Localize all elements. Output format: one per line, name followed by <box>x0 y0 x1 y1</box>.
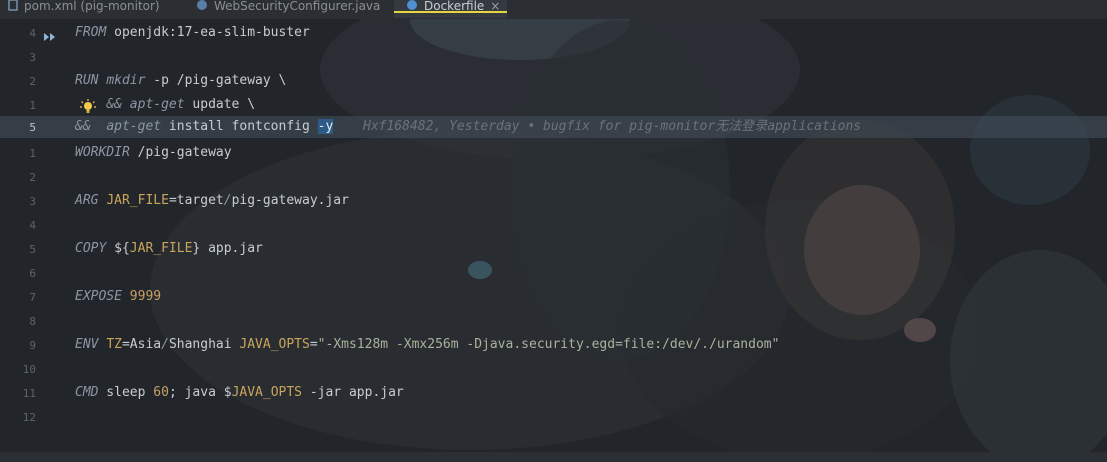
line-number: 10 <box>22 363 36 376</box>
line-number: 4 <box>29 219 36 232</box>
code-line[interactable]: FROM openjdk:17-ea-slim-buster <box>75 24 310 42</box>
line-number: 12 <box>22 411 36 424</box>
line-number: 9 <box>29 339 36 352</box>
editor-tab-bar: pom.xml (pig-monitor) WebSecurityConfigu… <box>0 0 1107 19</box>
docker-icon <box>406 0 418 19</box>
tab-pom-xml[interactable]: pom.xml (pig-monitor) <box>8 0 160 18</box>
code-line[interactable]: ENV TZ=Asia/Shanghai JAVA_OPTS="-Xms128m… <box>75 336 779 354</box>
file-icon <box>8 0 18 19</box>
code-line[interactable]: ARG JAR_FILE=target/pig-gateway.jar <box>75 192 349 210</box>
code-line[interactable]: RUN mkdir -p /pig-gateway \ <box>75 72 286 90</box>
selected-text: -y <box>317 119 334 134</box>
line-number: 8 <box>29 315 36 328</box>
line-number: 4 <box>29 27 36 40</box>
java-class-icon <box>196 0 208 19</box>
line-number: 6 <box>29 267 36 280</box>
line-number: 5 <box>29 121 36 134</box>
line-number: 5 <box>29 243 36 256</box>
tab-label: WebSecurityConfigurer.java <box>214 0 381 13</box>
line-number: 1 <box>29 147 36 160</box>
line-number: 2 <box>29 171 36 184</box>
code-line[interactable]: CMD sleep 60; java $JAVA_OPTS -jar app.j… <box>75 384 404 402</box>
close-icon[interactable]: × <box>490 0 500 13</box>
line-number: 2 <box>29 75 36 88</box>
run-icon[interactable] <box>43 27 57 46</box>
git-blame-annotation: Hxf168482, Yesterday • bugfix for pig-mo… <box>363 119 862 134</box>
tab-websecurityconfigurer[interactable]: WebSecurityConfigurer.java <box>196 0 380 18</box>
line-number: 11 <box>22 387 36 400</box>
code-line[interactable]: COPY ${JAR_FILE} app.jar <box>75 240 263 258</box>
code-line[interactable]: WORKDIR /pig-gateway <box>75 144 232 162</box>
line-number: 7 <box>29 291 36 304</box>
status-bar <box>0 452 1107 462</box>
line-number: 3 <box>29 51 36 64</box>
tab-label: Dockerfile <box>424 0 485 13</box>
line-number: 1 <box>29 99 36 112</box>
tab-dockerfile[interactable]: Dockerfile × <box>394 0 507 18</box>
code-line[interactable]: EXPOSE 9999 <box>75 288 161 306</box>
code-line[interactable]: && apt-get update \ <box>75 96 255 114</box>
code-line-current[interactable]: && apt-get install fontconfig -y <box>75 118 334 136</box>
tab-label: pom.xml (pig-monitor) <box>24 0 160 13</box>
line-number: 3 <box>29 195 36 208</box>
